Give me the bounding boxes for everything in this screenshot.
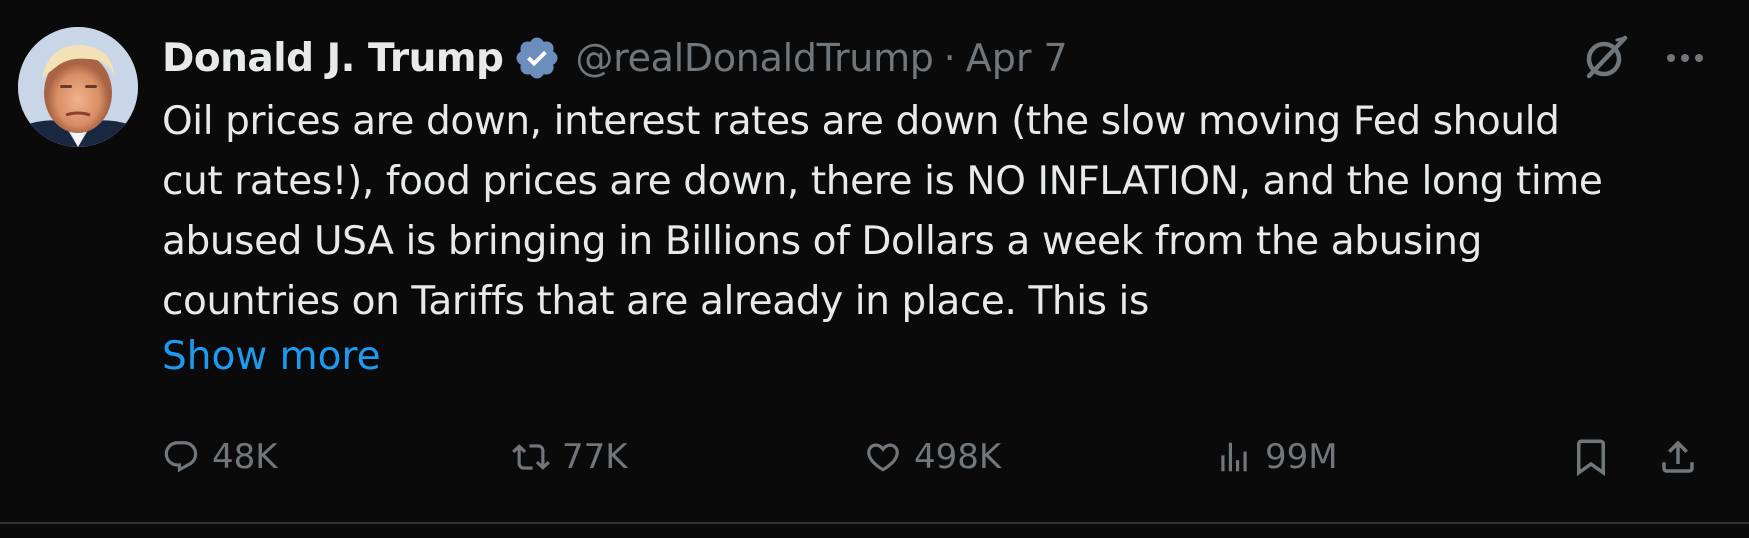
repost-icon <box>512 444 550 470</box>
repost-button[interactable]: 77K <box>512 425 628 489</box>
tweet-actions: 48K 77K 498K 99M <box>162 425 1722 489</box>
grok-icon[interactable] <box>1577 30 1633 86</box>
author-display-name[interactable]: Donald J. Trump <box>162 36 504 81</box>
more-dots-icon[interactable] <box>1663 36 1707 80</box>
header-separator: · <box>943 36 956 80</box>
bookmark-button[interactable] <box>1570 425 1612 489</box>
views-count: 99M <box>1265 437 1338 477</box>
tweet-text-line: Oil prices are down, interest rates are … <box>162 99 1560 144</box>
tweet-text-line: abused USA is bringing in Billions of Do… <box>162 219 1482 264</box>
heart-icon <box>867 443 899 472</box>
share-button[interactable] <box>1657 425 1699 489</box>
tweet-header: Donald J. Trump @realDonaldTrump · Apr 7 <box>162 28 1068 88</box>
reply-button[interactable]: 48K <box>162 425 278 489</box>
views-chart-icon <box>1221 442 1247 472</box>
like-button[interactable]: 498K <box>864 425 1001 489</box>
reply-count: 48K <box>212 437 278 477</box>
views-button[interactable]: 99M <box>1215 425 1338 489</box>
avatar-photo-icon <box>18 27 138 147</box>
tweet-text: Oil prices are down, interest rates are … <box>162 92 1722 332</box>
bookmark-icon <box>1577 439 1605 477</box>
tweet-top-icons <box>1577 30 1707 86</box>
tweet-card[interactable]: Donald J. Trump @realDonaldTrump · Apr 7 <box>0 0 1749 522</box>
tweet-date[interactable]: Apr 7 <box>966 36 1068 80</box>
share-icon <box>1662 440 1694 473</box>
reply-icon <box>164 441 198 473</box>
author-avatar[interactable] <box>18 27 138 147</box>
tweet-divider <box>0 522 1749 524</box>
author-handle[interactable]: @realDonaldTrump <box>575 36 934 80</box>
show-more-link[interactable]: Show more <box>162 334 381 379</box>
tweet-text-line: countries on Tariffs that are already in… <box>162 279 1149 324</box>
tweet-text-line: cut rates!), food prices are down, there… <box>162 159 1603 204</box>
verified-badge-icon[interactable] <box>513 34 561 82</box>
like-count: 498K <box>914 437 1002 477</box>
repost-count: 77K <box>562 437 628 477</box>
